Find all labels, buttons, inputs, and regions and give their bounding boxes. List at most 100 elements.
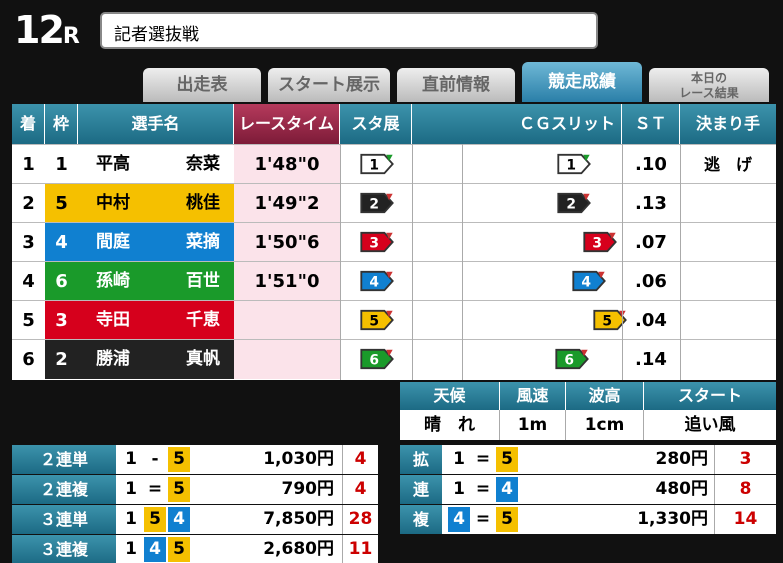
combo-number: 5 [496,447,518,472]
start-wind-value: 追い風 [644,410,776,440]
payout-row: ３連単 1 5 4 7,850円 28 [12,505,378,534]
kimarite [680,184,776,223]
rank: 2 [22,193,35,214]
popularity: 11 [342,535,378,563]
start-timing: .06 [635,271,667,292]
wind-speed-value: 1m [500,410,566,440]
start-exhibit-boat: 2 [358,191,396,219]
rank: 6 [22,349,35,370]
column-divider [622,144,623,380]
table-row: 1 1 平高 奈菜 1'48"0 1 1 .10 逃 げ [12,144,776,184]
boat-icon: 1 [557,153,592,175]
slit-boat: 1 [555,152,593,180]
combo-number: = [144,477,166,502]
racer-first-name: 桃佳 [186,193,220,213]
combo-number: 1 [120,507,142,532]
start-timing: .14 [635,349,667,370]
tab-start-exhibit[interactable]: スタート展示 [268,68,390,102]
svg-text:2: 2 [567,197,577,213]
race-time: 1'48"0 [234,145,340,184]
payout-amount: 1,330円 [637,509,708,529]
wide-label-column: 拡連複 [400,445,442,534]
start-exhibit-boat: 3 [358,230,396,258]
column-divider [340,144,341,380]
racer-name[interactable]: 孫崎 百世 [78,262,234,301]
tab-race-results[interactable]: 競走成績 [522,62,642,102]
table-row: 4 6 孫崎 百世 1'51"0 4 4 .06 [12,261,776,301]
tab-entry-list[interactable]: 出走表 [143,68,261,102]
racer-name[interactable]: 中村 桃佳 [78,184,234,223]
svg-text:1: 1 [567,158,577,174]
combo-number: 5 [168,447,190,472]
waku-number: 2 [45,340,78,379]
kimarite [680,262,776,301]
svg-text:2: 2 [369,197,379,213]
payout-amount: 1,030円 [263,449,334,469]
combo-number: 5 [144,507,166,532]
combo-number: 1 [120,537,142,562]
racer-last-name: 平高 [96,154,130,174]
svg-text:5: 5 [369,314,379,330]
combo-number: 1 [120,477,142,502]
racer-last-name: 寺田 [96,310,130,330]
boat-icon: 2 [360,192,394,214]
combo-number: 5 [496,507,518,532]
kimarite [680,301,776,340]
popularity: 28 [342,505,378,534]
svg-text:1: 1 [369,158,379,174]
race-title: 記者選抜戦 [100,12,598,49]
racer-name[interactable]: 間庭 菜摘 [78,223,234,262]
weather-value: 晴 れ [400,410,500,440]
tab-pre-race-info[interactable]: 直前情報 [397,68,515,102]
race-time: 1'49"2 [234,184,340,223]
tab-today-results[interactable]: 本日の レース結果 [649,68,769,102]
table-row: 6 2 勝浦 真帆 6 6 .14 [12,339,776,379]
racer-last-name: 間庭 [96,232,130,252]
popularity: 4 [342,475,378,504]
svg-text:6: 6 [565,353,575,369]
start-exhibit-boat: 1 [358,152,396,180]
svg-text:4: 4 [369,275,379,291]
combo-number: 1 [120,447,142,472]
combo-number: - [144,447,166,472]
race-time [234,340,340,379]
race-time: 1'50"6 [234,223,340,262]
bet-type: ３連複 [12,535,116,563]
bet-type: ３連単 [12,505,116,534]
combo-number: 4 [496,477,518,502]
bet-type: 拡 [400,445,442,474]
kimarite [680,340,776,379]
col-name: 選手名 [78,104,234,144]
wave-height-header: 波高 [566,382,644,410]
bet-type: ２連複 [12,475,116,504]
start-timing: .13 [635,193,667,214]
popularity: 4 [342,445,378,474]
payout-row: 1 = 4 480円 8 [442,475,776,504]
svg-text:6: 6 [369,353,379,369]
waku-number: 6 [45,262,78,301]
race-number: 12R [14,8,80,52]
boat-icon: 4 [360,270,394,292]
rank: 3 [22,232,35,253]
rank: 4 [22,271,35,292]
payout-row: ２連単 1 - 5 1,030円 4 [12,445,378,474]
racer-name[interactable]: 平高 奈菜 [78,145,234,184]
combo-number: 5 [168,537,190,562]
payout-amount: 280円 [655,449,709,469]
combo-number: 1 [448,477,470,502]
table-row: 3 4 間庭 菜摘 1'50"6 3 3 .07 [12,222,776,262]
start-timing: .07 [635,232,667,253]
start-wind-header: スタート [644,382,776,410]
payout-amount: 2,680円 [263,539,334,559]
racer-name[interactable]: 勝浦 真帆 [78,340,234,379]
slit-boat: 6 [553,347,591,375]
start-timing: .10 [635,154,667,175]
racer-first-name: 真帆 [186,349,220,369]
start-exhibit-boat: 4 [358,269,396,297]
column-divider [680,144,681,380]
payout-row: ３連複 1 4 5 2,680円 11 [12,535,378,563]
racer-name[interactable]: 寺田 千恵 [78,301,234,340]
table-row: 5 3 寺田 千恵 5 5 .04 [12,300,776,340]
combo-number: 5 [168,477,190,502]
rank: 5 [22,310,35,331]
